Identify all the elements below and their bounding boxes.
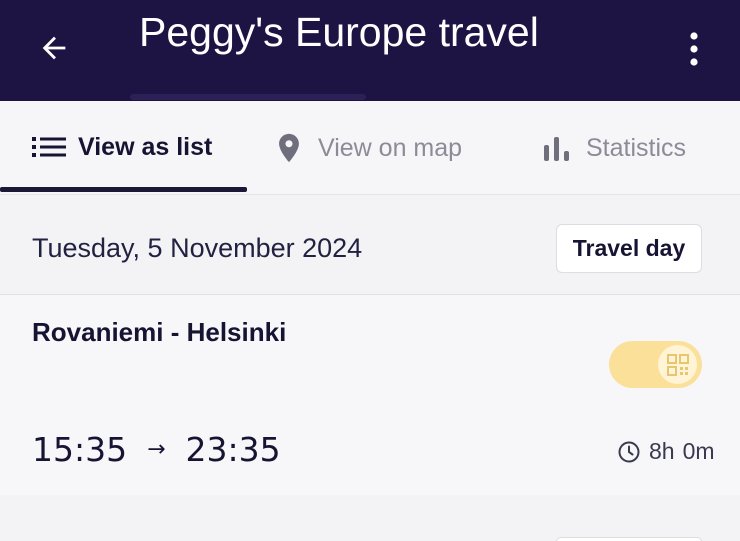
page-title: Peggy's Europe travel bbox=[139, 9, 539, 55]
travel-day-button[interactable]: Travel day bbox=[556, 224, 702, 273]
divider bbox=[0, 194, 740, 195]
toggle-knob bbox=[658, 345, 697, 384]
clock-icon bbox=[618, 441, 640, 462]
tab-label: View as list bbox=[78, 132, 213, 161]
travel-day-button-partial[interactable] bbox=[556, 537, 702, 541]
trip-card[interactable]: Rovaniemi - Helsinki 15:35 → 23:35 8h 0m bbox=[0, 295, 740, 495]
trip-times: 15:35 → 23:35 bbox=[32, 430, 281, 469]
tab-label: Statistics bbox=[586, 133, 687, 162]
tab-view-on-map[interactable]: View on map bbox=[272, 101, 462, 195]
ticket-toggle[interactable] bbox=[609, 341, 702, 388]
more-vert-icon bbox=[690, 32, 698, 66]
more-options-button[interactable] bbox=[676, 26, 712, 70]
bar-chart-icon bbox=[544, 137, 569, 161]
departure-time: 15:35 bbox=[32, 430, 128, 469]
arrow-right-icon: → bbox=[147, 437, 166, 462]
duration-hours: 8h bbox=[649, 438, 675, 464]
subtitle-placeholder bbox=[130, 94, 366, 100]
tab-statistics[interactable]: Statistics bbox=[540, 101, 686, 195]
view-tabs: View as list View on map Statistics bbox=[0, 101, 740, 195]
next-day-header bbox=[0, 495, 740, 541]
duration-minutes: 0m bbox=[682, 438, 715, 464]
day-header: Tuesday, 5 November 2024 Travel day bbox=[0, 196, 740, 294]
day-date: Tuesday, 5 November 2024 bbox=[32, 233, 363, 263]
qr-code-icon bbox=[666, 353, 689, 376]
arrival-time: 23:35 bbox=[185, 430, 281, 469]
active-tab-indicator bbox=[0, 187, 247, 192]
back-button[interactable] bbox=[34, 28, 74, 68]
map-pin-icon bbox=[279, 133, 299, 163]
trip-duration: 8h 0m bbox=[617, 438, 715, 465]
list-icon bbox=[32, 137, 66, 157]
trip-route: Rovaniemi - Helsinki bbox=[32, 317, 287, 347]
arrow-left-icon bbox=[42, 36, 66, 60]
tab-label: View on map bbox=[318, 133, 463, 162]
app-bar: Peggy's Europe travel bbox=[0, 0, 740, 101]
tab-view-as-list[interactable]: View as list bbox=[32, 101, 212, 193]
